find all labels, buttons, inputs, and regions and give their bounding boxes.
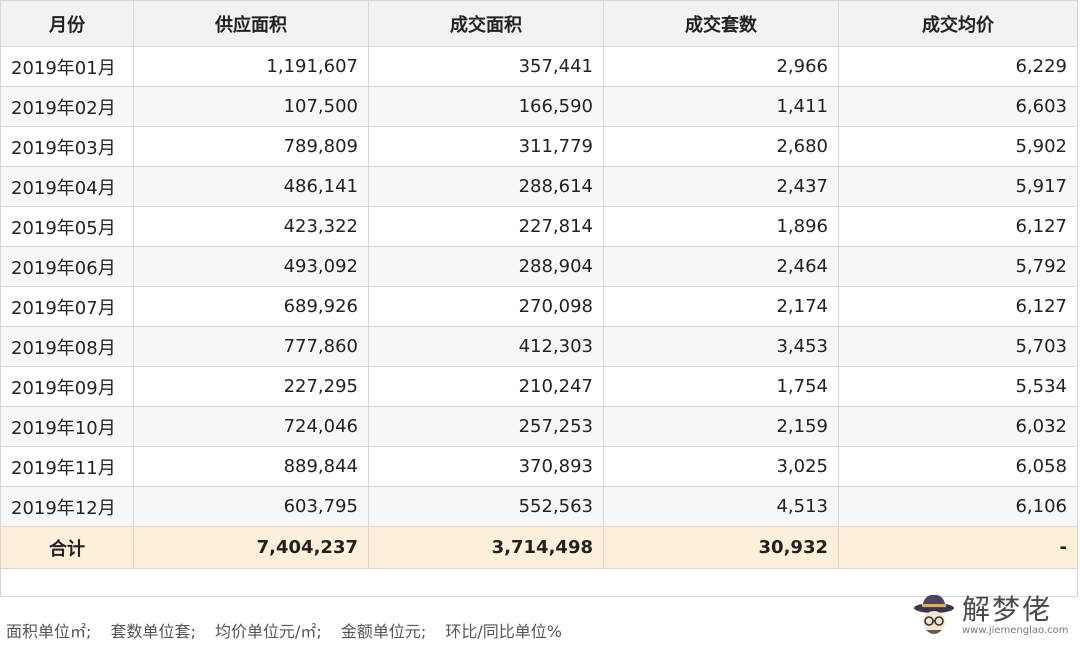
cell-deal-units: 2,966 <box>603 46 839 87</box>
table-row: 2019年03月 789,809 311,779 2,680 5,902 <box>0 126 1078 167</box>
watermark-url: www.jiemenglao.com <box>962 625 1069 636</box>
cell-month: 2019年03月 <box>0 126 134 167</box>
cell-deal-area: 227,814 <box>368 206 604 247</box>
header-supply-area: 供应面积 <box>133 0 369 47</box>
table-row: 2019年02月 107,500 166,590 1,411 6,603 <box>0 86 1078 127</box>
cell-supply-area: 227,295 <box>133 366 369 407</box>
footnote-amount-unit: 金额单位元; <box>340 622 427 641</box>
table-row: 2019年04月 486,141 288,614 2,437 5,917 <box>0 166 1078 207</box>
watermark-title: 解梦佬 <box>962 593 1053 626</box>
data-table: 月份 供应面积 成交面积 成交套数 成交均价 2019年01月 1,191,607… <box>0 0 1078 597</box>
cell-month: 2019年10月 <box>0 406 134 447</box>
table-row: 2019年06月 493,092 288,904 2,464 5,792 <box>0 246 1078 287</box>
cell-supply-area: 423,322 <box>133 206 369 247</box>
cell-deal-area: 370,893 <box>368 446 604 487</box>
cell-deal-units: 2,464 <box>603 246 839 287</box>
cell-avg-price: 6,603 <box>838 86 1078 127</box>
cell-deal-units: 2,680 <box>603 126 839 167</box>
table-row: 2019年08月 777,860 412,303 3,453 5,703 <box>0 326 1078 367</box>
footnote-price-unit: 均价单位元/㎡; <box>215 622 322 641</box>
cell-month: 2019年07月 <box>0 286 134 327</box>
cell-month: 2019年09月 <box>0 366 134 407</box>
cell-deal-units: 4,513 <box>603 486 839 527</box>
table-row: 2019年10月 724,046 257,253 2,159 6,032 <box>0 406 1078 447</box>
cell-avg-price: 5,902 <box>838 126 1078 167</box>
table-row: 2019年09月 227,295 210,247 1,754 5,534 <box>0 366 1078 407</box>
header-row: 月份 供应面积 成交面积 成交套数 成交均价 <box>0 0 1078 47</box>
total-cell-deal-area: 3,714,498 <box>368 526 604 569</box>
cell-supply-area: 107,500 <box>133 86 369 127</box>
cell-month: 2019年06月 <box>0 246 134 287</box>
footnote: 面积单位㎡; 套数单位套; 均价单位元/㎡; 金额单位元; 环比/同比单位% <box>6 618 576 642</box>
header-month: 月份 <box>0 0 134 47</box>
cell-deal-units: 1,896 <box>603 206 839 247</box>
footnote-area-unit: 面积单位㎡; <box>6 622 92 641</box>
cell-avg-price: 5,703 <box>838 326 1078 367</box>
cell-supply-area: 493,092 <box>133 246 369 287</box>
table-row: 2019年01月 1,191,607 357,441 2,966 6,229 <box>0 46 1078 87</box>
cell-deal-area: 288,904 <box>368 246 604 287</box>
header-deal-area: 成交面积 <box>368 0 604 47</box>
header-avg-price: 成交均价 <box>838 0 1078 47</box>
footnote-ratio-unit: 环比/同比单位% <box>445 622 562 641</box>
cell-avg-price: 6,032 <box>838 406 1078 447</box>
total-cell-avg-price: - <box>838 526 1078 569</box>
cell-month: 2019年05月 <box>0 206 134 247</box>
cell-month: 2019年01月 <box>0 46 134 87</box>
table-row: 2019年12月 603,795 552,563 4,513 6,106 <box>0 486 1078 527</box>
cell-deal-area: 552,563 <box>368 486 604 527</box>
cell-supply-area: 777,860 <box>133 326 369 367</box>
cell-supply-area: 1,191,607 <box>133 46 369 87</box>
cell-avg-price: 6,127 <box>838 286 1078 327</box>
cell-avg-price: 5,917 <box>838 166 1078 207</box>
total-cell-supply-area: 7,404,237 <box>133 526 369 569</box>
cell-avg-price: 6,229 <box>838 46 1078 87</box>
header-deal-units: 成交套数 <box>603 0 839 47</box>
cell-deal-area: 311,779 <box>368 126 604 167</box>
cell-deal-area: 357,441 <box>368 46 604 87</box>
cell-month: 2019年04月 <box>0 166 134 207</box>
cell-deal-units: 3,025 <box>603 446 839 487</box>
cell-deal-units: 2,437 <box>603 166 839 207</box>
table-row: 2019年07月 689,926 270,098 2,174 6,127 <box>0 286 1078 327</box>
table-row: 2019年05月 423,322 227,814 1,896 6,127 <box>0 206 1078 247</box>
cell-deal-area: 270,098 <box>368 286 604 327</box>
cell-deal-units: 1,754 <box>603 366 839 407</box>
cell-supply-area: 603,795 <box>133 486 369 527</box>
table-row: 2019年11月 889,844 370,893 3,025 6,058 <box>0 446 1078 487</box>
cell-supply-area: 689,926 <box>133 286 369 327</box>
cell-avg-price: 6,106 <box>838 486 1078 527</box>
cell-deal-units: 1,411 <box>603 86 839 127</box>
cell-avg-price: 5,534 <box>838 366 1078 407</box>
cell-deal-area: 166,590 <box>368 86 604 127</box>
cell-avg-price: 6,127 <box>838 206 1078 247</box>
total-row: 合计 7,404,237 3,714,498 30,932- <box>0 526 1078 569</box>
detective-logo-icon <box>914 594 954 634</box>
cell-month: 2019年11月 <box>0 446 134 487</box>
cell-supply-area: 889,844 <box>133 446 369 487</box>
total-cell-month: 合计 <box>0 526 134 569</box>
cell-deal-area: 412,303 <box>368 326 604 367</box>
cell-avg-price: 5,792 <box>838 246 1078 287</box>
cell-supply-area: 724,046 <box>133 406 369 447</box>
cell-supply-area: 486,141 <box>133 166 369 207</box>
cell-month: 2019年02月 <box>0 86 134 127</box>
cell-deal-area: 288,614 <box>368 166 604 207</box>
total-cell-deal-units: 30,932 <box>603 526 839 569</box>
cell-avg-price: 6,058 <box>838 446 1078 487</box>
watermark: 解梦佬 www.jiemenglao.com <box>912 586 1072 646</box>
cell-month: 2019年08月 <box>0 326 134 367</box>
footnote-units-unit: 套数单位套; <box>110 622 196 641</box>
cell-month: 2019年12月 <box>0 486 134 527</box>
cell-deal-units: 2,174 <box>603 286 839 327</box>
cell-deal-area: 257,253 <box>368 406 604 447</box>
cell-deal-units: 3,453 <box>603 326 839 367</box>
cell-deal-area: 210,247 <box>368 366 604 407</box>
cell-deal-units: 2,159 <box>603 406 839 447</box>
cell-supply-area: 789,809 <box>133 126 369 167</box>
